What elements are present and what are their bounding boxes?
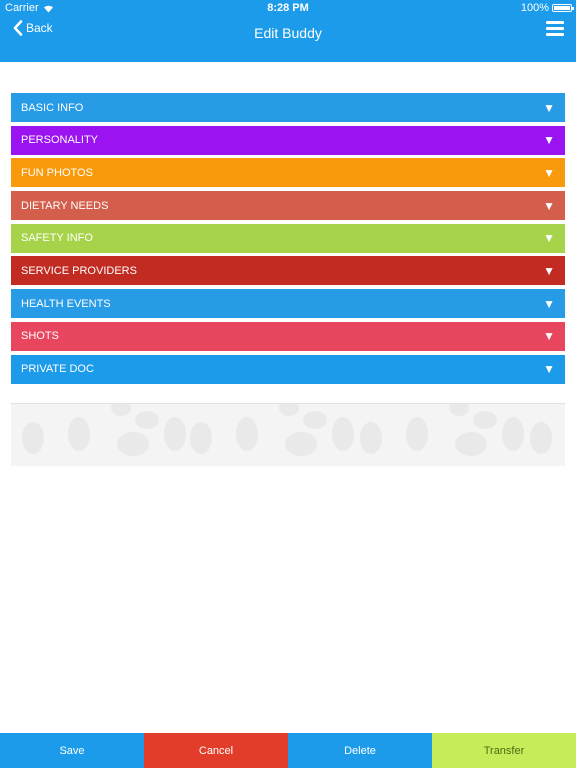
bottom-action-bar: Save Cancel Delete Transfer	[0, 733, 576, 768]
cancel-button[interactable]: Cancel	[144, 733, 288, 768]
section-label: DIETARY NEEDS	[21, 199, 109, 212]
triangle-down-icon: ▼	[543, 165, 555, 180]
paw-print-icon	[190, 404, 354, 456]
section-private-doc[interactable]: PRIVATE DOC ▼	[11, 354, 565, 384]
section-list: BASIC INFO ▼ PERSONALITY ▼ FUN PHOTOS ▼ DIETAR…	[11, 93, 565, 387]
triangle-down-icon: ▼	[543, 198, 555, 213]
transfer-button[interactable]: Transfer	[432, 733, 576, 768]
battery-status: 100%	[520, 2, 574, 14]
section-personality[interactable]: PERSONALITY ▼	[11, 125, 565, 155]
section-label: SHOTS	[21, 330, 59, 343]
battery-icon	[552, 4, 574, 12]
section-shots[interactable]: SHOTS ▼	[11, 321, 565, 351]
triangle-down-icon: ▼	[543, 362, 555, 376]
section-fun-photos[interactable]: FUN PHOTOS ▼	[11, 158, 565, 188]
section-label: FUN PHOTOS	[21, 166, 93, 179]
section-label: PRIVATE DOC	[21, 363, 94, 375]
section-label: PERSONALITY	[21, 134, 99, 147]
paw-print-pattern	[22, 404, 552, 456]
paw-print-icon	[22, 404, 186, 456]
triangle-down-icon: ▼	[543, 231, 555, 246]
triangle-down-icon: ▼	[543, 100, 555, 115]
section-safety-info[interactable]: SAFETY INFO ▼	[11, 223, 565, 253]
triangle-down-icon: ▼	[543, 263, 555, 278]
save-button[interactable]: Save	[0, 733, 144, 768]
paw-print-banner	[11, 403, 565, 466]
triangle-down-icon: ▼	[543, 133, 555, 148]
delete-button[interactable]: Delete	[288, 733, 432, 768]
paw-print-icon	[530, 422, 552, 454]
triangle-down-icon: ▼	[543, 329, 555, 344]
menu-button[interactable]	[546, 21, 564, 37]
status-bar: Carrier 8:28 PM 100%	[0, 0, 576, 16]
section-label: HEALTH EVENTS	[21, 297, 111, 310]
section-label: BASIC INFO	[21, 101, 84, 114]
section-basic-info[interactable]: BASIC INFO ▼	[11, 93, 565, 122]
paw-print-icon	[360, 404, 524, 456]
section-label: SAFETY INFO	[21, 232, 93, 245]
triangle-down-icon: ▼	[543, 296, 555, 311]
section-dietary-needs[interactable]: DIETARY NEEDS ▼	[11, 191, 565, 221]
navigation-bar: Back Edit Buddy	[0, 16, 576, 62]
section-label: SERVICE PROVIDERS	[21, 264, 137, 277]
page-title: Edit Buddy	[254, 25, 322, 41]
section-service-providers[interactable]: SERVICE PROVIDERS ▼	[11, 256, 565, 286]
battery-percent: 100%	[520, 2, 549, 14]
clock: 8:28 PM	[267, 2, 309, 14]
section-health-events[interactable]: HEALTH EVENTS ▼	[11, 289, 565, 319]
menu-icon	[546, 21, 564, 24]
